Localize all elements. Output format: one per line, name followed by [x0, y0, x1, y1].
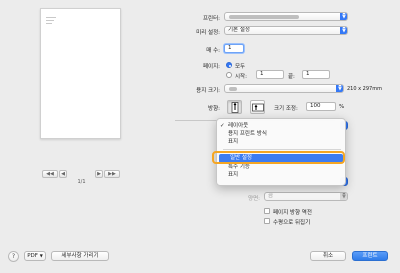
next-page-button[interactable]: ▶: [95, 170, 103, 178]
two-sided-label: 양면:: [248, 196, 260, 202]
menu-item-cover[interactable]: 표지: [217, 138, 345, 146]
landscape-button[interactable]: [250, 100, 265, 114]
hide-details-button[interactable]: 세부사항 가리기: [51, 251, 109, 261]
scale-unit: %: [339, 104, 345, 110]
landscape-icon: [252, 103, 264, 112]
highlight-ring: [212, 151, 345, 164]
chevron-updown-icon: ▲ ▼: [340, 193, 347, 200]
chevron-updown-icon: ▲ ▼: [336, 85, 343, 92]
pages-all-radio[interactable]: [226, 62, 232, 68]
scale-label: 크기 조정:: [274, 106, 298, 112]
menu-item-label: 레이아웃: [228, 123, 249, 129]
menu-item-cover-2[interactable]: 표지: [217, 171, 345, 179]
cancel-button[interactable]: 취소: [310, 251, 346, 261]
print-preview-page: [40, 8, 121, 139]
pages-range-radio[interactable]: [226, 72, 232, 78]
flip-horizontal-label: 수평으로 뒤집기: [273, 220, 311, 226]
chevron-updown-icon: ▲ ▼: [340, 13, 347, 20]
menu-item-special-features[interactable]: 특수 기능: [217, 163, 345, 171]
copies-label: 매 수:: [206, 48, 220, 54]
flip-horizontal-checkbox[interactable]: [264, 218, 270, 224]
printer-label: 프린터:: [202, 16, 220, 22]
preview-navigation: ◀◀ ◀ ▶ ▶▶: [42, 170, 121, 179]
checkmark-icon: ✓: [220, 123, 225, 129]
pages-all-label: 모두: [235, 64, 246, 70]
paper-size-dimensions: 210 x 297mm: [347, 86, 382, 92]
help-button[interactable]: ?: [8, 251, 19, 262]
two-sided-value: 끔: [268, 193, 274, 199]
reverse-orientation-checkbox[interactable]: [264, 208, 270, 214]
menu-item-paper-handling[interactable]: 용지 프린트 방식: [217, 130, 345, 138]
print-button[interactable]: 프린트: [352, 251, 388, 261]
portrait-button[interactable]: [227, 100, 242, 114]
two-sided-select[interactable]: 끔 ▲ ▼: [264, 192, 348, 201]
pages-to-input[interactable]: 1: [302, 70, 330, 79]
reverse-orientation-label: 페이지 방향 역전: [273, 210, 312, 216]
pdf-label: PDF: [27, 253, 38, 259]
copies-input[interactable]: 1: [224, 44, 244, 53]
presets-label: 미리 설정:: [196, 30, 220, 36]
first-page-button[interactable]: ◀◀: [42, 170, 58, 178]
pages-from-input[interactable]: 1: [256, 70, 284, 79]
portrait-icon: [231, 102, 239, 113]
prev-page-button[interactable]: ◀: [59, 170, 67, 178]
paper-size-select[interactable]: ▲ ▼: [224, 84, 344, 93]
pages-label: 페이지:: [202, 64, 220, 70]
paper-size-label: 용지 크기:: [196, 88, 220, 94]
presets-select[interactable]: 기본 설정 ▲ ▼: [224, 26, 348, 35]
menu-item-layout[interactable]: ✓ 레이아웃: [217, 122, 345, 130]
pages-from-label: 시작:: [235, 74, 247, 80]
page-indicator: 1/1: [77, 179, 86, 185]
pdf-button[interactable]: PDF ▼: [24, 251, 46, 261]
printer-select[interactable]: ▲ ▼: [224, 12, 348, 21]
pages-to-label: 끝:: [288, 74, 295, 80]
chevron-updown-icon: ▲ ▼: [340, 27, 347, 34]
chevron-down-icon: ▼: [39, 253, 43, 258]
orientation-label: 방향:: [208, 106, 220, 112]
menu-separator: [223, 149, 341, 150]
last-page-button[interactable]: ▶▶: [104, 170, 120, 178]
scale-input[interactable]: 100: [306, 102, 336, 111]
presets-value: 기본 설정: [228, 27, 250, 33]
